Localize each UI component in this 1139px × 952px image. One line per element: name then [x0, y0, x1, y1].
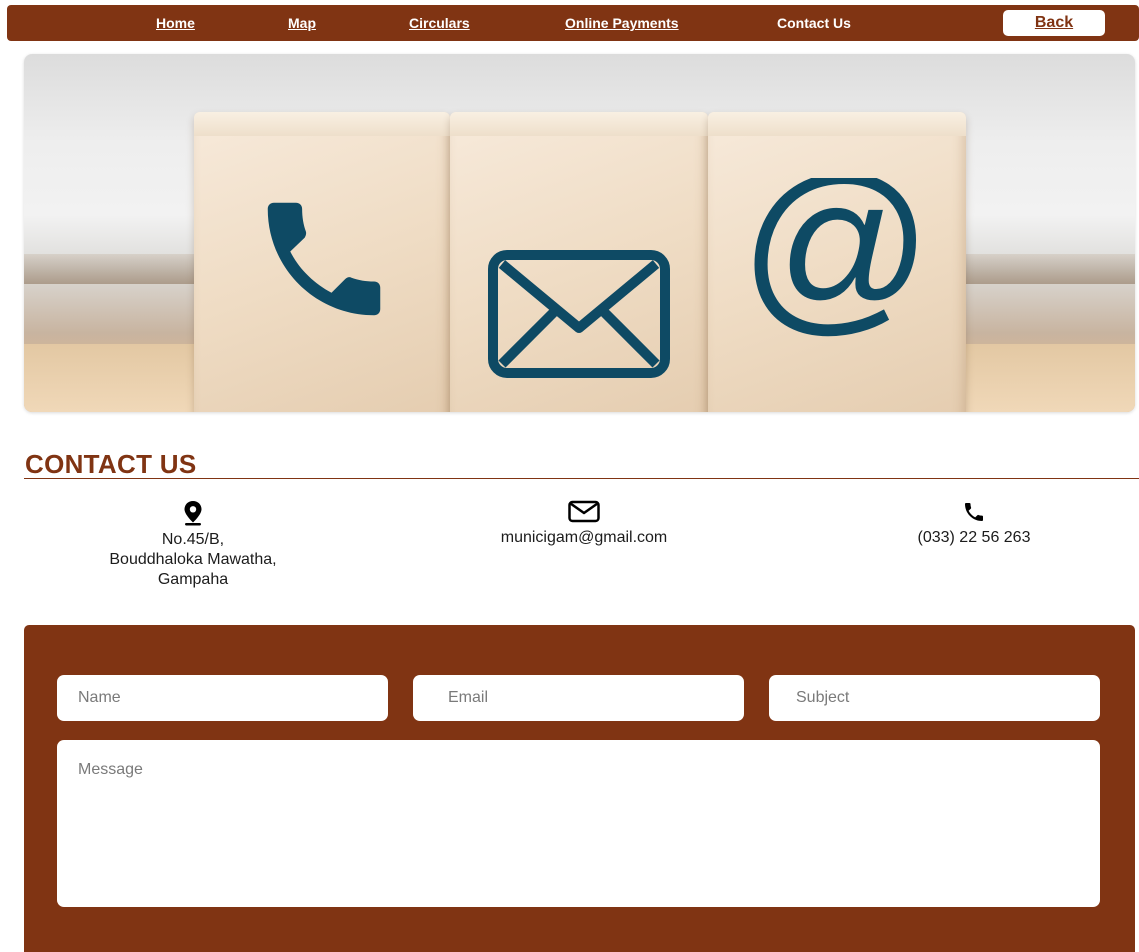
nav-online-payments-link[interactable]: Online Payments — [565, 15, 679, 31]
envelope-icon — [488, 250, 670, 378]
address-block: No.45/B, Bouddhaloka Mawatha, Gampaha — [83, 500, 303, 590]
hero-image: @ — [24, 54, 1135, 412]
envelope-icon — [568, 500, 600, 523]
address-line-3: Gampaha — [157, 571, 229, 588]
phone-number[interactable]: (033) 22 56 263 — [874, 528, 1074, 548]
name-input[interactable] — [57, 675, 388, 721]
location-pin-icon — [184, 501, 202, 526]
phone-cube — [194, 112, 450, 412]
message-textarea[interactable] — [57, 740, 1100, 907]
nav-map-link[interactable]: Map — [288, 15, 316, 31]
section-divider — [24, 478, 1139, 479]
top-navbar: Home Map Circulars Online Payments Conta… — [7, 5, 1139, 41]
envelope-cube — [450, 112, 708, 412]
at-sign-cube: @ — [708, 112, 966, 412]
email-address[interactable]: municigam@gmail.com — [474, 528, 694, 548]
svg-text:@: @ — [754, 178, 918, 342]
email-block: municigam@gmail.com — [474, 500, 694, 548]
address-line-2: Bouddhaloka Mawatha, — [109, 551, 277, 568]
at-sign-icon: @ — [754, 178, 918, 342]
subject-input[interactable] — [769, 675, 1100, 721]
email-input[interactable] — [413, 675, 744, 721]
nav-home-link[interactable]: Home — [156, 15, 195, 31]
phone-icon — [965, 503, 983, 521]
back-button[interactable]: Back — [1003, 10, 1105, 36]
address-line-1: No.45/B, — [161, 531, 225, 548]
phone-block: (033) 22 56 263 — [874, 500, 1074, 548]
contact-form — [24, 625, 1135, 952]
nav-contact-us-link[interactable]: Contact Us — [777, 15, 851, 31]
phone-icon — [267, 202, 381, 316]
nav-circulars-link[interactable]: Circulars — [409, 15, 470, 31]
contact-section-title: CONTACT US — [25, 449, 197, 479]
